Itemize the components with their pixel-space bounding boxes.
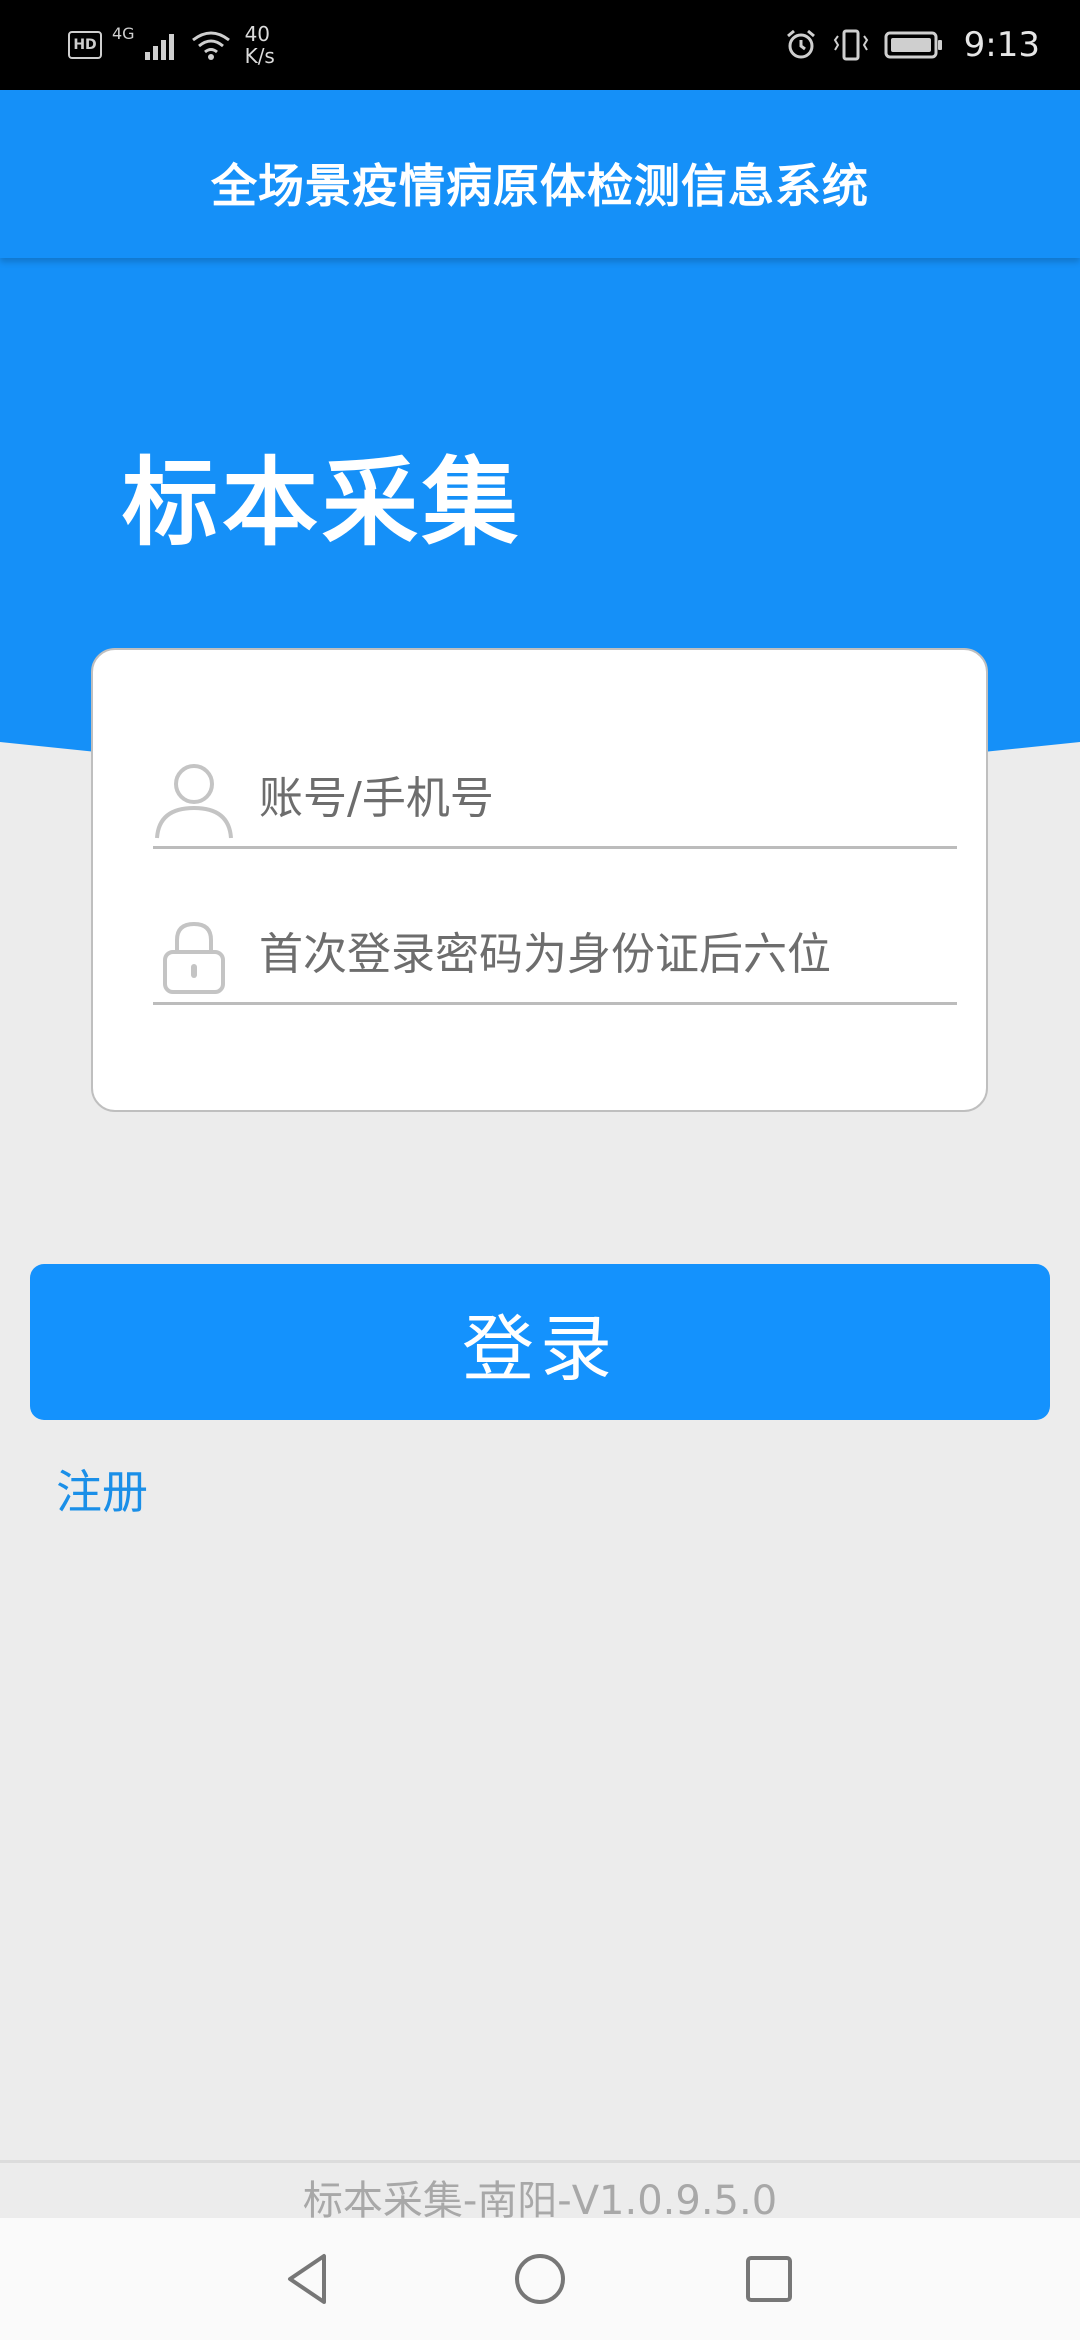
lock-icon [163,921,225,994]
hero-title: 标本采集 [122,447,522,559]
status-left-group: HD 4G 40 K/s [68,18,275,72]
alarm-icon [786,29,815,59]
signal-icon [144,34,174,60]
account-field [153,750,957,849]
recent-square-icon[interactable] [734,2244,804,2314]
network-speed: 40 K/s [245,23,275,67]
login-screen: HD 4G 40 K/s 9:13 全场景疫情病原体检测信息系统 标本采集 账号… [0,0,1080,2340]
app-title-bar: 全场景疫情病原体检测信息系统 [0,90,1080,258]
password-field [153,906,957,1005]
register-link[interactable]: 注册 [56,1456,148,1522]
network-label: 4G [112,24,135,43]
hd-badge: HD [68,31,102,59]
app-title: 全场景疫情病原体检测信息系统 [211,159,869,213]
wifi-icon [191,31,230,60]
login-card [91,648,988,1112]
home-circle-icon[interactable] [505,2244,575,2314]
battery-icon [884,31,942,59]
system-nav-bar [0,2218,1080,2340]
password-input[interactable] [259,914,949,994]
speed-unit: K/s [244,44,275,68]
account-input[interactable] [259,758,949,838]
footer-divider [0,2160,1080,2163]
vibrate-icon [833,29,868,61]
user-icon [155,764,233,839]
status-bar: HD 4G 40 K/s 9:13 [0,0,1080,90]
speed-value: 40 [244,22,271,46]
clock: 9:13 [963,25,1040,65]
login-button[interactable]: 登录 [30,1264,1050,1420]
status-right-group: 9:13 [784,18,1040,72]
back-triangle-icon[interactable] [274,2244,344,2314]
